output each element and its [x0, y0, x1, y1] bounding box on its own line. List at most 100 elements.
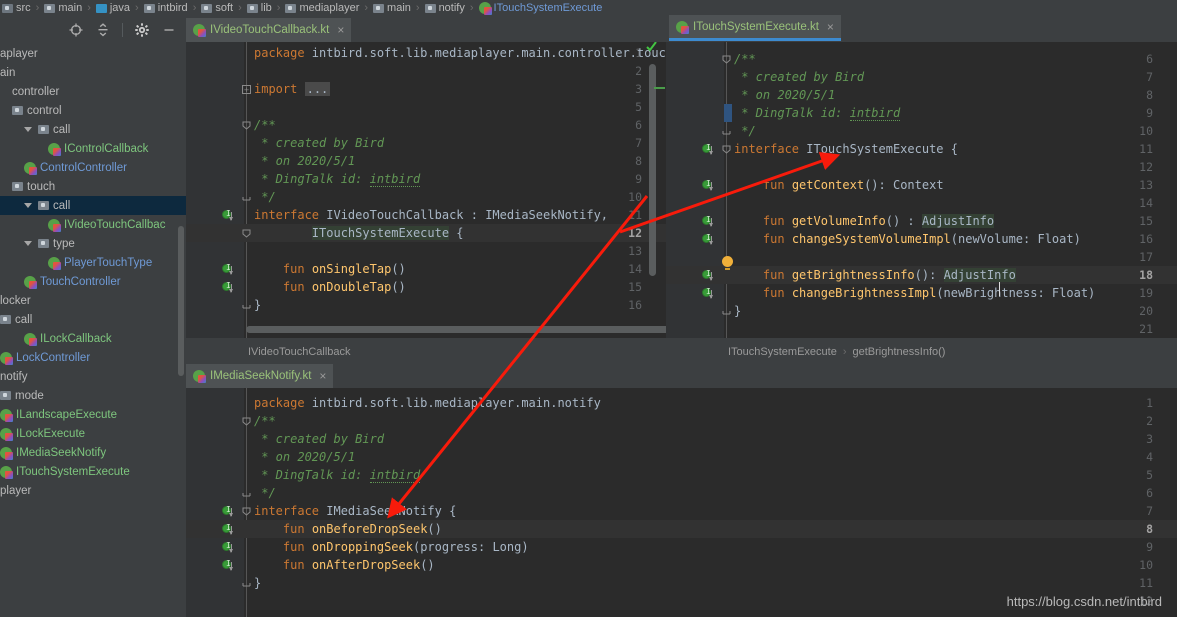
inspection-ok-check-icon[interactable]: [645, 42, 658, 53]
fold-end-icon[interactable]: [242, 301, 251, 310]
fold-collapse-icon[interactable]: [242, 507, 251, 516]
tree-item-notify[interactable]: notify: [0, 367, 186, 386]
implementation-marker-icon[interactable]: [222, 209, 233, 221]
tab-itouchsystemexecute[interactable]: ITouchSystemExecute.kt ×: [669, 15, 841, 41]
implementation-marker-icon[interactable]: [702, 269, 713, 281]
breadcrumb-label: soft: [215, 2, 234, 14]
chevron-down-icon[interactable]: [24, 203, 32, 208]
editor-vertical-scrollbar[interactable]: [649, 64, 656, 276]
folder-icon: [424, 3, 436, 13]
fold-end-icon[interactable]: [242, 193, 251, 202]
breadcrumb-segment[interactable]: IVideoTouchCallback: [244, 346, 355, 358]
tree-item-touch[interactable]: touch: [0, 177, 186, 196]
code-line: package intbird.soft.lib.mediaplayer.mai…: [254, 46, 666, 60]
tree-item-controlcontroller[interactable]: ControlController: [0, 158, 186, 177]
editor-ivideotouchcallback[interactable]: 1 package intbird.soft.lib.mediaplayer.ma…: [186, 42, 666, 338]
code-line: * DingTalk id: intbird: [254, 468, 421, 483]
fold-collapse-icon[interactable]: [722, 145, 731, 154]
implementation-marker-icon[interactable]: [702, 143, 713, 155]
tree-item-ilockcallback[interactable]: ILockCallback: [0, 329, 186, 348]
fold-collapse-icon[interactable]: [242, 417, 251, 426]
fold-end-icon[interactable]: [242, 489, 251, 498]
tab-imediaseeknotify[interactable]: IMediaSeekNotify.kt ×: [186, 364, 334, 388]
tree-item-label: locker: [0, 294, 31, 307]
breadcrumb-item-main[interactable]: main: [42, 2, 84, 14]
fold-end-icon[interactable]: [722, 307, 731, 316]
breadcrumb-item-java[interactable]: java: [94, 2, 132, 14]
implementation-marker-icon[interactable]: [222, 541, 233, 553]
breadcrumb-separator: ›: [238, 2, 242, 14]
tree-item-ain[interactable]: ain: [0, 63, 186, 82]
breadcrumb-item-soft[interactable]: soft: [199, 2, 235, 14]
breadcrumb-right-editor: ITouchSystemExecute › getBrightnessInfo(): [666, 342, 1177, 361]
tree-item-call[interactable]: call: [0, 120, 186, 139]
implementation-marker-icon[interactable]: [222, 281, 233, 293]
editor-horizontal-scrollbar[interactable]: [246, 326, 666, 333]
code-line: * on 2020/5/1: [254, 450, 356, 464]
fold-collapse-icon[interactable]: [242, 229, 251, 238]
code-line: * created by Bird: [254, 432, 385, 446]
gear-icon[interactable]: [134, 22, 150, 38]
chevron-down-icon[interactable]: [24, 127, 32, 132]
fold-end-icon[interactable]: [722, 127, 731, 136]
chevron-down-icon[interactable]: [24, 241, 32, 246]
locate-target-icon[interactable]: [68, 22, 84, 38]
tree-item-ilockexecute[interactable]: ILockExecute: [0, 424, 186, 443]
tree-item-call[interactable]: call: [0, 196, 186, 215]
tree-item-control[interactable]: control: [0, 101, 186, 120]
implementation-marker-icon[interactable]: [222, 263, 233, 275]
breadcrumb-segment[interactable]: ITouchSystemExecute: [724, 346, 841, 358]
breadcrumb-item-notify[interactable]: notify: [423, 2, 467, 14]
tree-item-icontrolcallback[interactable]: IControlCallback: [0, 139, 186, 158]
breadcrumb-item-itouchsystemexecute[interactable]: ITouchSystemExecute: [477, 2, 605, 15]
text-caret: [999, 282, 1000, 296]
breadcrumb-item-lib[interactable]: lib: [245, 2, 274, 14]
lightbulb-icon[interactable]: [722, 256, 733, 270]
editor-itouchsystemexecute[interactable]: 6/** 7 * created by Bird 8 * on 2020/5/1 9 …: [666, 42, 1177, 338]
tree-item-imediaseeknotify[interactable]: IMediaSeekNotify: [0, 443, 186, 462]
tree-item-locker[interactable]: locker: [0, 291, 186, 310]
tree-item-type[interactable]: type: [0, 234, 186, 253]
editor-imediaseeknotify[interactable]: 1 package intbird.soft.lib.mediaplayer.ma…: [186, 388, 1177, 617]
tree-item-lockcontroller[interactable]: LockController: [0, 348, 186, 367]
fold-collapse-icon[interactable]: [722, 55, 731, 64]
close-icon[interactable]: ×: [827, 20, 834, 34]
minimize-icon[interactable]: [161, 22, 177, 38]
breadcrumb-segment[interactable]: getBrightnessInfo(): [849, 346, 950, 358]
breadcrumb-item-src[interactable]: src: [0, 2, 33, 14]
tree-item-aplayer[interactable]: aplayer: [0, 44, 186, 63]
implementation-marker-icon[interactable]: [702, 233, 713, 245]
breadcrumb-item-intbird[interactable]: intbird: [142, 2, 190, 14]
tree-item-call[interactable]: call: [0, 310, 186, 329]
implementation-marker-icon[interactable]: [222, 559, 233, 571]
tree-item-ilandscapeexecute[interactable]: ILandscapeExecute: [0, 405, 186, 424]
tab-ivideotouchcallback[interactable]: IVideoTouchCallback.kt ×: [186, 18, 352, 42]
watermark-url: https://blog.csdn.net/intbird: [1006, 594, 1162, 609]
breadcrumb-item-mediaplayer[interactable]: mediaplayer: [283, 2, 361, 14]
sidebar-vertical-scrollbar[interactable]: [178, 226, 184, 376]
fold-collapse-icon[interactable]: [242, 121, 251, 130]
tree-item-ivideotouchcallbac[interactable]: IVideoTouchCallbac: [0, 215, 186, 234]
implementation-marker-icon[interactable]: [702, 215, 713, 227]
tree-item-label: call: [53, 123, 71, 136]
tree-item-touchcontroller[interactable]: TouchController: [0, 272, 186, 291]
breadcrumb-item-main[interactable]: main: [371, 2, 413, 14]
code-line: fun changeBrightnessImpl(newBrightness: …: [762, 286, 1096, 300]
close-icon[interactable]: ×: [337, 23, 344, 37]
tree-item-playertouchtype[interactable]: PlayerTouchType: [0, 253, 186, 272]
collapse-all-icon[interactable]: [95, 22, 111, 38]
implementation-marker-icon[interactable]: [702, 179, 713, 191]
fold-expand-icon[interactable]: +: [242, 85, 251, 95]
implementation-marker-icon[interactable]: [222, 505, 233, 517]
tree-item-mode[interactable]: mode: [0, 386, 186, 405]
tree-item-player[interactable]: player: [0, 481, 186, 500]
tree-item-controller[interactable]: controller: [0, 82, 186, 101]
implementation-marker-icon[interactable]: [222, 523, 233, 535]
line-number: 2: [635, 64, 642, 78]
breadcrumb-label: notify: [438, 2, 465, 14]
close-icon[interactable]: ×: [319, 369, 326, 383]
fold-end-icon[interactable]: [242, 579, 251, 588]
folder-icon: [201, 3, 213, 13]
implementation-marker-icon[interactable]: [702, 287, 713, 299]
tree-item-itouchsystemexecute[interactable]: ITouchSystemExecute: [0, 462, 186, 481]
